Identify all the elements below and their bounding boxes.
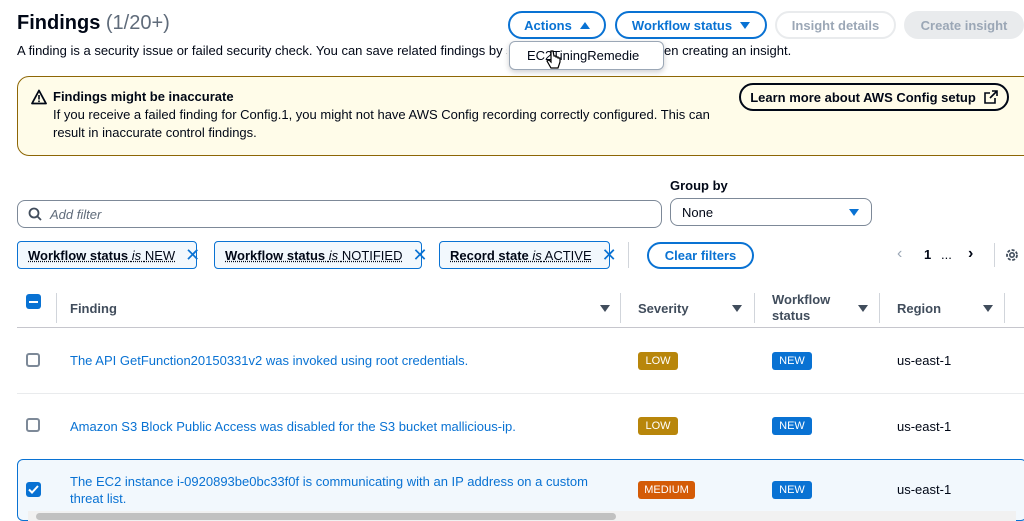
actions-menu: EC2TiningRemedie (509, 41, 664, 70)
column-header-severity[interactable]: Severity (638, 288, 742, 328)
gear-icon[interactable] (1004, 247, 1020, 263)
sort-icon[interactable] (983, 305, 993, 312)
workflow-status-button[interactable]: Workflow status (615, 11, 767, 39)
hand-cursor-icon (546, 50, 562, 72)
workflow-badge: NEW (772, 481, 812, 499)
search-icon (28, 207, 42, 221)
clear-filters-button[interactable]: Clear filters (647, 242, 754, 269)
workflow-badge: NEW (772, 417, 812, 435)
finding-link[interactable]: Amazon S3 Block Public Access was disabl… (70, 419, 516, 434)
finding-link-line: The EC2 instance i-0920893be0bc33f0f is … (70, 473, 588, 490)
finding-link-line: threat list. (70, 490, 588, 507)
row-checkbox[interactable] (26, 418, 40, 432)
clear-filters-label: Clear filters (665, 248, 737, 263)
region-value: us-east-1 (897, 482, 951, 497)
learn-more-label: Learn more about AWS Config setup (750, 90, 976, 105)
column-separator (879, 293, 880, 323)
filter-token-label[interactable]: Workflow status is NEW (28, 248, 175, 263)
group-by-select[interactable]: None (670, 198, 872, 226)
region-value: us-east-1 (897, 419, 951, 434)
actions-label: Actions (524, 18, 572, 33)
column-header-label: Workflow status (772, 292, 842, 324)
findings-count: (1/20+) (106, 12, 170, 34)
region-value: us-east-1 (897, 353, 951, 368)
column-header-label: Severity (638, 301, 689, 316)
filter-placeholder: Add filter (50, 207, 101, 222)
actions-button[interactable]: Actions (508, 11, 606, 39)
column-header-finding[interactable]: Finding (70, 288, 610, 328)
row-divider (17, 393, 1024, 394)
filter-token-label[interactable]: Workflow status is NOTIFIED (225, 248, 402, 263)
actions-menu-item[interactable]: EC2TiningRemedie (527, 48, 639, 63)
column-header-label: Finding (70, 301, 117, 316)
column-separator (1004, 293, 1005, 323)
filter-token-workflow-notified: Workflow status is NOTIFIED ✕ (214, 241, 422, 269)
remove-filter-icon[interactable]: ✕ (412, 246, 427, 264)
severity-badge: MEDIUM (638, 481, 695, 499)
remove-filter-icon[interactable]: ✕ (185, 246, 200, 264)
column-header-label: Region (897, 301, 941, 316)
page-title: Findings (1/20+) (17, 12, 170, 35)
create-insight-label: Create insight (921, 18, 1008, 33)
finding-link[interactable]: The API GetFunction20150331v2 was invoke… (70, 353, 468, 368)
caret-up-icon (580, 22, 590, 29)
filter-token-record-active: Record state is ACTIVE ✕ (439, 241, 610, 269)
warning-icon (31, 89, 47, 105)
sort-icon[interactable] (732, 305, 742, 312)
scrollbar-thumb[interactable] (36, 513, 616, 520)
chevron-left-icon[interactable]: ‹ (897, 245, 902, 263)
remove-filter-icon[interactable]: ✕ (602, 246, 617, 264)
sort-icon[interactable] (858, 305, 868, 312)
severity-badge: LOW (638, 417, 678, 435)
alert-body: If you receive a failed finding for Conf… (53, 106, 723, 142)
finding-link[interactable]: The EC2 instance i-0920893be0bc33f0f is … (70, 473, 588, 507)
filter-token-workflow-new: Workflow status is NEW ✕ (17, 241, 197, 269)
sort-icon[interactable] (600, 305, 610, 312)
indeterminate-mark (29, 301, 38, 303)
column-separator (56, 293, 57, 323)
header-divider (17, 327, 1024, 328)
column-separator (754, 293, 755, 323)
column-header-workflow-status[interactable]: Workflow status (772, 288, 868, 328)
insight-details-label: Insight details (792, 18, 879, 33)
row-checkbox[interactable] (26, 353, 40, 367)
column-header-region[interactable]: Region (897, 288, 993, 328)
row-checkbox-checked[interactable] (26, 482, 41, 497)
caret-down-icon (849, 209, 859, 216)
group-by-value: None (682, 205, 713, 220)
workflow-status-label: Workflow status (632, 18, 732, 33)
external-link-icon (984, 90, 998, 104)
filter-divider (628, 242, 629, 268)
page-title-text: Findings (17, 12, 100, 34)
chevron-right-icon[interactable]: › (968, 245, 973, 263)
alert-title: Findings might be inaccurate (53, 89, 234, 104)
column-separator (620, 293, 621, 323)
select-all-checkbox[interactable] (26, 294, 41, 309)
page-number[interactable]: 1 (924, 247, 931, 262)
group-by-label: Group by (670, 178, 728, 193)
page-description: A finding is a security issue or failed … (17, 43, 507, 58)
caret-down-icon (740, 22, 750, 29)
workflow-badge: NEW (772, 352, 812, 370)
add-filter-input[interactable]: Add filter (17, 200, 662, 228)
learn-more-config-button[interactable]: Learn more about AWS Config setup (739, 83, 1009, 111)
page-ellipsis: ... (941, 247, 952, 262)
filter-token-label[interactable]: Record state is ACTIVE (450, 248, 592, 263)
create-insight-button[interactable]: Create insight (904, 11, 1024, 39)
severity-badge: LOW (638, 352, 678, 370)
checkmark-icon (28, 485, 39, 494)
insight-details-button[interactable]: Insight details (775, 11, 896, 39)
pager-divider (994, 243, 995, 267)
page-description-tail: en creating an insight. (664, 43, 791, 58)
